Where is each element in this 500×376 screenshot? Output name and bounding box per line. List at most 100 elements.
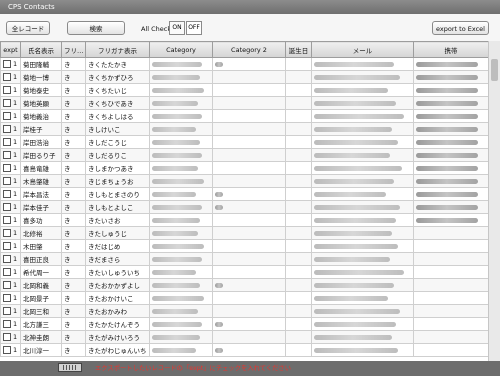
- column-header-category[interactable]: Category: [149, 41, 213, 58]
- expt-checkbox[interactable]: [3, 112, 11, 120]
- expt-checkbox[interactable]: [3, 281, 11, 289]
- table-row[interactable]: 1 岸本昌法 き きしもとまさのり: [0, 187, 489, 201]
- redacted-value: [314, 230, 392, 236]
- column-header-kana[interactable]: フリガナ表示: [85, 41, 150, 58]
- export-to-excel-button[interactable]: export to Excel: [432, 21, 489, 35]
- expt-checkbox[interactable]: [3, 229, 11, 237]
- column-header-mobile[interactable]: 携帯: [413, 41, 489, 58]
- expt-checkbox[interactable]: [3, 164, 11, 172]
- mobile-cell: [413, 174, 489, 188]
- expt-cell[interactable]: 1: [0, 109, 21, 123]
- expt-checkbox[interactable]: [3, 177, 11, 185]
- expt-cell[interactable]: 1: [0, 226, 21, 240]
- expt-checkbox[interactable]: [3, 333, 11, 341]
- all-check-off-button[interactable]: OFF: [186, 21, 202, 35]
- table-row[interactable]: 1 岸本佳子 き きしもとよしこ: [0, 200, 489, 214]
- furi-cell: き: [61, 343, 86, 357]
- table-row[interactable]: 1 北川淳一 き きたがわじゅんいち: [0, 343, 489, 357]
- table-row[interactable]: 1 菊地泰史 き きくちたいじ: [0, 83, 489, 97]
- column-header-expt[interactable]: expt: [0, 41, 21, 58]
- table-row[interactable]: 1 菊田隆輔 き きくたたかき: [0, 57, 489, 71]
- expt-checkbox[interactable]: [3, 255, 11, 263]
- category-cell: [149, 148, 213, 162]
- expt-checkbox[interactable]: [3, 203, 11, 211]
- table-row[interactable]: 1 希代周一 き きたいしゅういち: [0, 265, 489, 279]
- table-row[interactable]: 1 岸桂子 き きしけいこ: [0, 122, 489, 136]
- column-header-furi[interactable]: フリ…: [61, 41, 86, 58]
- column-header-name[interactable]: 氏名表示: [20, 41, 62, 58]
- table-row[interactable]: 1 喜島竜雄 き きしまかつあき: [0, 161, 489, 175]
- expt-cell[interactable]: 1: [0, 122, 21, 136]
- expt-checkbox[interactable]: [3, 320, 11, 328]
- expt-cell[interactable]: 1: [0, 343, 21, 357]
- expt-cell[interactable]: 1: [0, 148, 21, 162]
- expt-cell[interactable]: 1: [0, 83, 21, 97]
- expt-checkbox[interactable]: [3, 294, 11, 302]
- expt-cell[interactable]: 1: [0, 213, 21, 227]
- table-row[interactable]: 1 北岡三和 き きたおかみわ: [0, 304, 489, 318]
- expt-cell[interactable]: 1: [0, 291, 21, 305]
- column-header-category-2[interactable]: Category 2: [212, 41, 286, 58]
- table-row[interactable]: 1 岸田るり子き きしだるりこ: [0, 148, 489, 162]
- table-row[interactable]: 1 北神圭朗 き きたがみけいろう: [0, 330, 489, 344]
- expt-cell[interactable]: 1: [0, 57, 21, 71]
- expt-checkbox[interactable]: [3, 190, 11, 198]
- expt-cell[interactable]: 1: [0, 304, 21, 318]
- expt-cell[interactable]: 1: [0, 252, 21, 266]
- expt-checkbox[interactable]: [3, 151, 11, 159]
- expt-checkbox[interactable]: [3, 60, 11, 68]
- expt-cell[interactable]: 1: [0, 96, 21, 110]
- horizontal-scrollbar[interactable]: [58, 363, 82, 372]
- search-button[interactable]: 検索: [67, 21, 125, 35]
- expt-text: 1: [13, 86, 18, 94]
- expt-checkbox[interactable]: [3, 138, 11, 146]
- redacted-value: [152, 230, 198, 236]
- expt-checkbox[interactable]: [3, 99, 11, 107]
- expt-checkbox[interactable]: [3, 73, 11, 81]
- redacted-value: [152, 100, 198, 106]
- expt-cell[interactable]: 1: [0, 70, 21, 84]
- expt-checkbox[interactable]: [3, 307, 11, 315]
- table-row[interactable]: 1 北岡景子 き きたおかけいこ: [0, 291, 489, 305]
- name-cell: 希代周一: [20, 265, 62, 279]
- expt-checkbox[interactable]: [3, 86, 11, 94]
- expt-checkbox[interactable]: [3, 268, 11, 276]
- redacted-value: [416, 113, 478, 119]
- expt-cell[interactable]: 1: [0, 278, 21, 292]
- expt-cell[interactable]: 1: [0, 161, 21, 175]
- table-row[interactable]: 1 喜多功 き きたいさお: [0, 213, 489, 227]
- expt-cell[interactable]: 1: [0, 317, 21, 331]
- redacted-value: [215, 282, 223, 288]
- all-check-on-button[interactable]: ON: [169, 21, 185, 35]
- birthday-cell: [285, 122, 312, 136]
- name-cell: 木田肇: [20, 239, 62, 253]
- table-row[interactable]: 1 北修裕 き きたしゅうじ: [0, 226, 489, 240]
- table-row[interactable]: 1 菊地義治 き きくちよしはる: [0, 109, 489, 123]
- expt-checkbox[interactable]: [3, 216, 11, 224]
- table-row[interactable]: 1 木島肇雄 き きじまちょうお: [0, 174, 489, 188]
- column-header-birthday[interactable]: 誕生日: [285, 41, 312, 58]
- table-row[interactable]: 1 喜田正良 き きだまさら: [0, 252, 489, 266]
- expt-cell[interactable]: 1: [0, 265, 21, 279]
- expt-cell[interactable]: 1: [0, 174, 21, 188]
- expt-checkbox[interactable]: [3, 125, 11, 133]
- all-records-button[interactable]: 全レコード: [6, 21, 50, 35]
- expt-cell[interactable]: 1: [0, 239, 21, 253]
- furi-text: き: [64, 113, 71, 121]
- expt-checkbox[interactable]: [3, 242, 11, 250]
- table-row[interactable]: 1 岸田浩治 き きしだこうじ: [0, 135, 489, 149]
- table-row[interactable]: 1 菊地英顕 き きくちひであき: [0, 96, 489, 110]
- vertical-scrollbar[interactable]: [488, 41, 500, 361]
- expt-cell[interactable]: 1: [0, 135, 21, 149]
- expt-cell[interactable]: 1: [0, 187, 21, 201]
- birthday-cell: [285, 187, 312, 201]
- expt-checkbox[interactable]: [3, 346, 11, 354]
- table-row[interactable]: 1 北方謙三 き きたかたけんぞう: [0, 317, 489, 331]
- expt-cell[interactable]: 1: [0, 200, 21, 214]
- table-row[interactable]: 1 木田肇 き きだはじめ: [0, 239, 489, 253]
- expt-cell[interactable]: 1: [0, 330, 21, 344]
- table-row[interactable]: 1 北岡和義 き きたおかかずよし: [0, 278, 489, 292]
- table-row[interactable]: 1 菊地一博 き きくちかずひろ: [0, 70, 489, 84]
- column-header-email[interactable]: メール: [311, 41, 414, 58]
- vertical-scroll-thumb[interactable]: [491, 59, 498, 81]
